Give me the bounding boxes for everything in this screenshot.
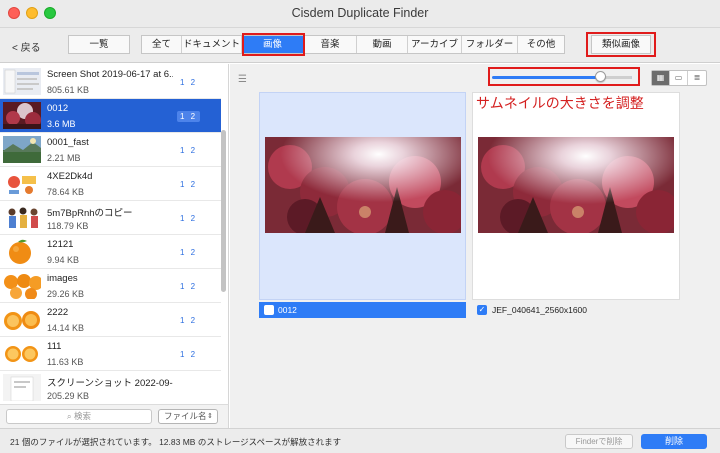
app-window: Cisdem Duplicate Finder < 戻る 一覧 全て ドキュメン… bbox=[0, 0, 720, 453]
file-size: 9.94 KB bbox=[47, 255, 80, 265]
grid-view-icon[interactable]: ▦ bbox=[652, 71, 670, 85]
file-name: images bbox=[47, 273, 78, 284]
file-name: 2222 bbox=[47, 307, 69, 318]
tab-others[interactable]: その他 bbox=[518, 36, 564, 53]
finder-delete-button[interactable]: Finderで削除 bbox=[565, 434, 633, 449]
select-checkbox[interactable]: ✓ bbox=[477, 305, 487, 315]
card-label-selected[interactable]: 0012 bbox=[259, 302, 466, 318]
list-item[interactable]: 0001_fast 2.21 MB 1 2 bbox=[0, 133, 221, 167]
search-placeholder: 検索 bbox=[74, 411, 92, 421]
sort-label: ファイル名 bbox=[164, 411, 207, 421]
thumbnail bbox=[3, 204, 41, 231]
file-name: 4XE2Dk4d bbox=[47, 171, 93, 182]
image-preview bbox=[478, 137, 674, 233]
card-label[interactable]: ✓ JEF_040641_2560x1600 bbox=[475, 302, 681, 318]
list-item[interactable]: 4XE2Dk4d 78.64 KB 1 2 bbox=[0, 167, 221, 201]
sidebar-scrollbar[interactable] bbox=[221, 130, 226, 292]
duplicate-count-badge: 1 2 bbox=[180, 350, 198, 359]
details-toggle-icon[interactable]: ☰ bbox=[238, 74, 247, 85]
duplicate-count-badge: 1 2 bbox=[180, 214, 198, 223]
file-name: 12121 bbox=[47, 239, 74, 250]
window-title: Cisdem Duplicate Finder bbox=[291, 6, 429, 20]
highlight-slider bbox=[488, 67, 640, 86]
thumbnail bbox=[3, 340, 41, 367]
file-size: 78.64 KB bbox=[47, 187, 85, 197]
tab-documents[interactable]: ドキュメント bbox=[182, 36, 242, 53]
minimize-window-button[interactable] bbox=[26, 7, 38, 19]
list-item[interactable]: images 29.26 KB 1 2 bbox=[0, 269, 221, 303]
sidebar-footer: ⌕ 検索 ファイル名 ⇕ bbox=[0, 404, 229, 428]
file-name: 0012 bbox=[47, 103, 69, 114]
file-name: 0001_fast bbox=[47, 137, 89, 148]
status-text: 21 個のファイルが選択されています。 12.83 MB のストレージスペースが… bbox=[10, 437, 342, 447]
duplicate-count-badge: 1 2 bbox=[180, 78, 198, 87]
duplicate-count-badge: 1 2 bbox=[177, 111, 201, 122]
file-size: 205.29 KB bbox=[47, 391, 90, 401]
image-card[interactable] bbox=[472, 92, 680, 300]
list-item[interactable]: 12121 9.94 KB 1 2 bbox=[0, 235, 221, 269]
close-window-button[interactable] bbox=[8, 7, 20, 19]
list-item[interactable]: Screen Shot 2019-06-17 at 6.... 805.61 K… bbox=[0, 65, 221, 99]
list-item[interactable]: 111 11.63 KB 1 2 bbox=[0, 337, 221, 371]
file-name: Screen Shot 2019-06-17 at 6.... bbox=[47, 69, 173, 80]
zoom-window-button[interactable] bbox=[44, 7, 56, 19]
duplicate-count-badge: 1 2 bbox=[180, 180, 198, 189]
duplicate-count-badge: 1 2 bbox=[180, 282, 198, 291]
image-preview bbox=[265, 137, 461, 233]
search-icon: ⌕ bbox=[66, 411, 75, 421]
file-size: 14.14 KB bbox=[47, 323, 85, 333]
highlight-images-tab bbox=[242, 33, 305, 56]
list-item[interactable]: 2222 14.14 KB 1 2 bbox=[0, 303, 221, 337]
duplicate-count-badge: 1 2 bbox=[180, 316, 198, 325]
thumbnail bbox=[3, 102, 41, 129]
tab-archives[interactable]: アーカイブ bbox=[408, 36, 462, 53]
annotation-text: サムネイルの大きさを調整 bbox=[476, 96, 644, 112]
image-filename: JEF_040641_2560x1600 bbox=[492, 305, 587, 315]
category-tabs: 全て ドキュメント 画像 音楽 動画 アーカイブ フォルダー その他 bbox=[141, 35, 565, 54]
list-item[interactable]: 5m7BpRnhのコピー 118.79 KB 1 2 bbox=[0, 201, 221, 235]
tab-videos[interactable]: 動画 bbox=[357, 36, 408, 53]
file-name: 5m7BpRnhのコピー bbox=[47, 208, 133, 219]
thumbnail bbox=[3, 136, 41, 163]
tab-music[interactable]: 音楽 bbox=[304, 36, 357, 53]
delete-button[interactable]: 削除 bbox=[641, 434, 707, 449]
duplicate-count-badge bbox=[177, 383, 183, 394]
image-filename: 0012 bbox=[278, 305, 297, 315]
highlight-similar-images bbox=[586, 32, 656, 57]
overview-button[interactable]: 一覧 bbox=[68, 35, 130, 54]
status-bar: 21 個のファイルが選択されています。 12.83 MB のストレージスペースが… bbox=[0, 428, 720, 453]
thumbnail bbox=[3, 272, 41, 299]
file-size: 3.6 MB bbox=[47, 119, 76, 129]
list-item[interactable]: スクリーンショット 2022-09-0... 205.29 KB bbox=[0, 371, 221, 404]
list-item[interactable]: 0012 3.6 MB 1 2 bbox=[0, 99, 221, 133]
sort-select[interactable]: ファイル名 ⇕ bbox=[158, 409, 218, 424]
thumbnail bbox=[3, 374, 41, 401]
select-checkbox[interactable] bbox=[264, 305, 274, 315]
list-view-icon[interactable]: ≣ bbox=[688, 71, 706, 85]
thumbnail bbox=[3, 170, 41, 197]
file-name: スクリーンショット 2022-09-0... bbox=[47, 378, 173, 389]
file-size: 2.21 MB bbox=[47, 153, 81, 163]
back-button[interactable]: < 戻る bbox=[12, 39, 41, 54]
file-size: 11.63 KB bbox=[47, 357, 84, 367]
file-name: 111 bbox=[47, 341, 62, 352]
search-input[interactable]: ⌕ 検索 bbox=[6, 409, 152, 424]
duplicate-count-badge: 1 2 bbox=[180, 248, 198, 257]
tab-all[interactable]: 全て bbox=[142, 36, 182, 53]
file-size: 118.79 KB bbox=[47, 221, 89, 231]
thumbnail bbox=[3, 68, 41, 95]
filmstrip-view-icon[interactable]: ▭ bbox=[670, 71, 688, 85]
image-card[interactable] bbox=[259, 92, 466, 300]
duplicate-count-badge: 1 2 bbox=[180, 146, 198, 155]
title-bar: Cisdem Duplicate Finder bbox=[0, 0, 720, 28]
tab-folders[interactable]: フォルダー bbox=[462, 36, 518, 53]
thumbnail bbox=[3, 238, 41, 265]
file-size: 29.26 KB bbox=[47, 289, 85, 299]
thumbnail bbox=[3, 306, 41, 333]
view-mode-switcher: ▦ ▭ ≣ bbox=[651, 70, 707, 86]
stepper-arrows-icon: ⇕ bbox=[207, 413, 213, 420]
file-list: Screen Shot 2019-06-17 at 6.... 805.61 K… bbox=[0, 64, 229, 404]
file-size: 805.61 KB bbox=[47, 85, 90, 95]
